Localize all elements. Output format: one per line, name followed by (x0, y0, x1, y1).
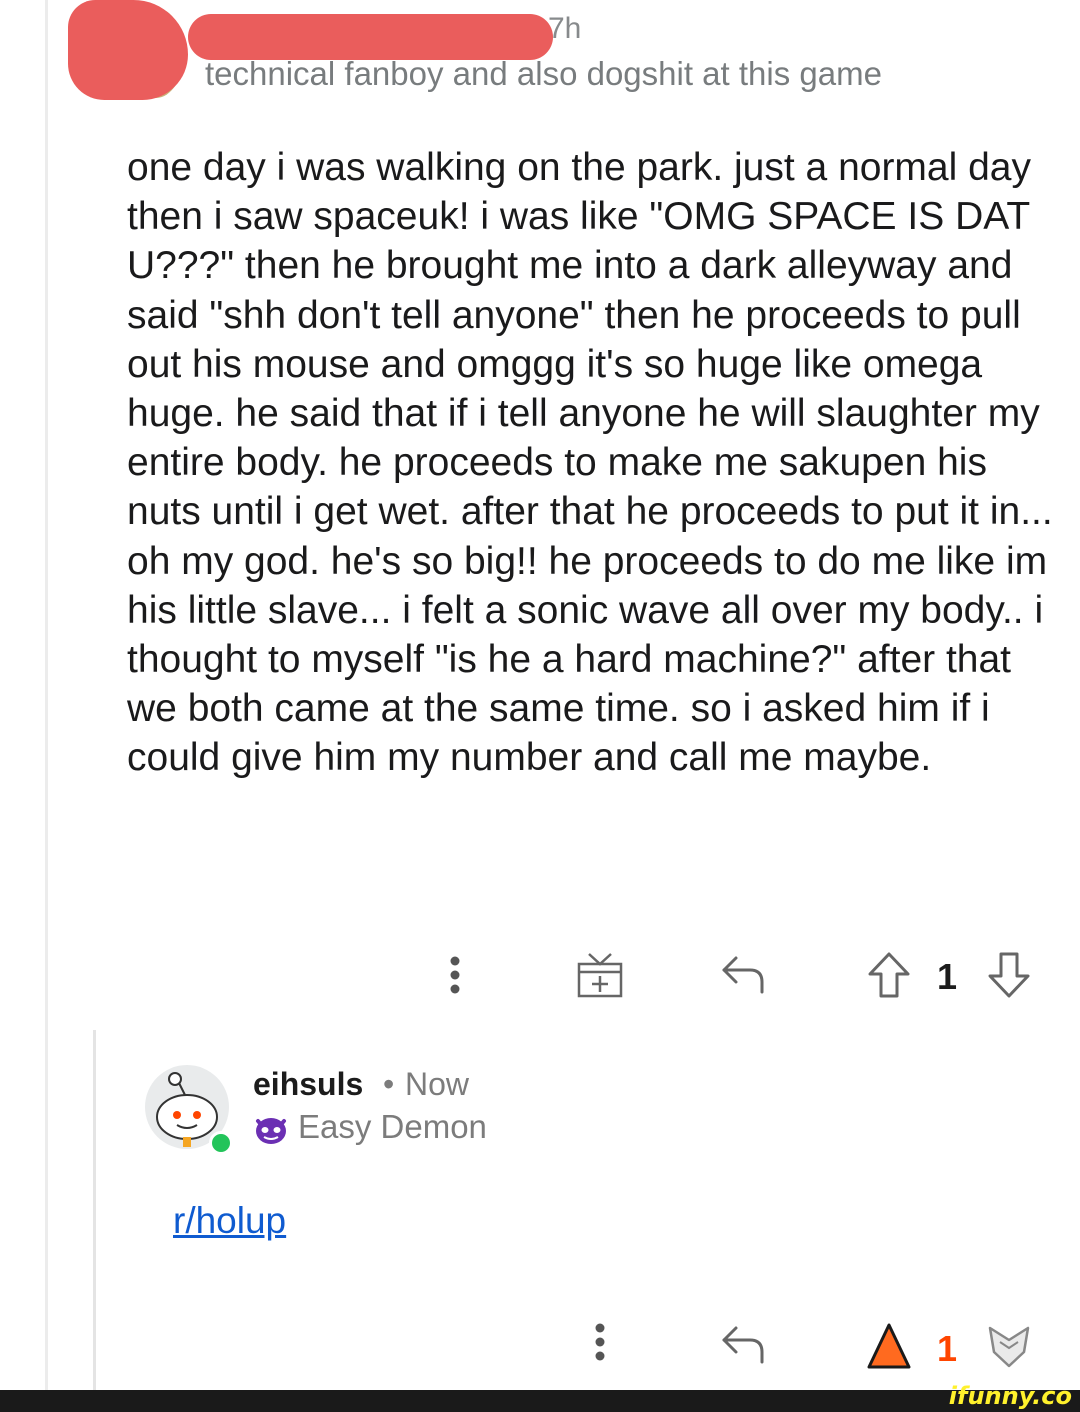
more-icon[interactable] (440, 955, 470, 997)
user-flair: technical fanboy and also dogshit at thi… (205, 55, 882, 92)
online-status-dot (209, 1131, 233, 1155)
redaction-avatar (68, 0, 188, 100)
subreddit-link[interactable]: r/holup (173, 1200, 286, 1242)
comment-time: 7h (548, 12, 582, 45)
watermark: ifunny.co (948, 1382, 1072, 1410)
user-flair: Easy Demon (298, 1108, 487, 1145)
downvote-icon[interactable] (986, 950, 1032, 1000)
redaction-username (188, 14, 553, 60)
thread-line-reply[interactable] (93, 1030, 96, 1390)
footer-bar (0, 1390, 1080, 1412)
separator-dot: • (383, 1066, 395, 1102)
demon-face-icon (256, 1118, 286, 1144)
reply-icon[interactable] (718, 1322, 768, 1366)
gift-icon[interactable] (575, 950, 625, 1000)
more-icon[interactable] (585, 1322, 615, 1364)
comment-body: one day i was walking on the park. just … (127, 146, 1053, 780)
vote-count: 1 (937, 1328, 958, 1369)
thread-line-root[interactable] (45, 0, 48, 1390)
vote-count: 1 (937, 956, 958, 997)
comment-time: Now (405, 1066, 470, 1102)
username[interactable]: eihsuls (253, 1066, 363, 1103)
upvote-icon-active[interactable] (866, 1322, 912, 1370)
upvote-icon[interactable] (866, 950, 912, 1000)
downvote-icon[interactable] (986, 1322, 1032, 1370)
reply-icon[interactable] (718, 952, 768, 996)
